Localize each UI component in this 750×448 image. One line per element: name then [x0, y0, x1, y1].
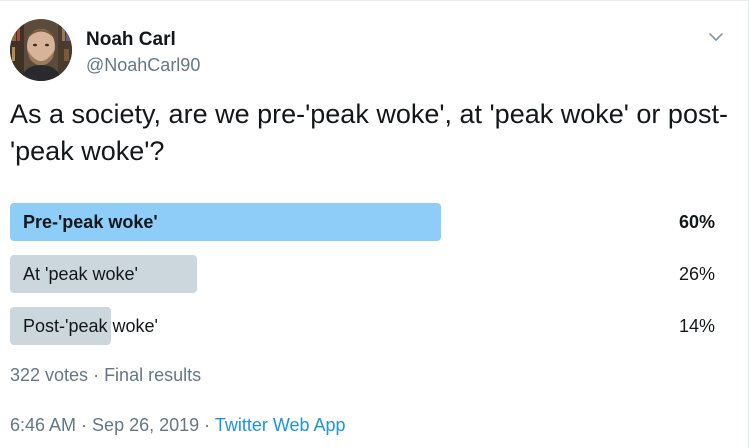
poll-status: Final results — [104, 365, 202, 385]
tweet-card: Noah Carl @NoahCarl90 As a society, are … — [0, 0, 749, 448]
poll-option: At 'peak woke' 26% — [10, 255, 720, 293]
chevron-down-icon[interactable] — [706, 27, 726, 47]
separator-dot: · — [76, 415, 93, 435]
profile-photo-icon — [10, 19, 72, 81]
poll: Pre-'peak woke' 60% At 'peak woke' 26% P… — [10, 203, 720, 359]
poll-option-label: Pre-'peak woke' — [23, 212, 158, 232]
author-name[interactable]: Noah Carl — [86, 29, 176, 51]
poll-option-label: Post-'peak woke' — [23, 316, 158, 336]
poll-option: Post-'peak woke' 14% — [10, 307, 720, 345]
poll-option-percent: 14% — [678, 316, 715, 336]
tweet-metadata: 6:46 AM · Sep 26, 2019 · Twitter Web App — [10, 414, 346, 436]
poll-option-label: At 'peak woke' — [23, 264, 138, 284]
source-app-link[interactable]: Twitter Web App — [215, 415, 346, 435]
poll-option-percent: 26% — [678, 264, 715, 284]
poll-option: Pre-'peak woke' 60% — [10, 203, 720, 241]
poll-option-percent: 60% — [678, 212, 715, 232]
tweet-text: As a society, are we pre-'peak woke', at… — [10, 99, 728, 166]
poll-results-summary: 322 votes · Final results — [10, 364, 201, 386]
separator-dot: · — [88, 365, 105, 385]
avatar[interactable] — [10, 19, 72, 81]
poll-vote-count: 322 votes — [10, 365, 89, 385]
tweet-date[interactable]: Sep 26, 2019 — [92, 415, 199, 435]
author-handle[interactable]: @NoahCarl90 — [86, 54, 200, 76]
separator-dot: · — [199, 415, 215, 435]
tweet-time[interactable]: 6:46 AM — [10, 415, 76, 435]
